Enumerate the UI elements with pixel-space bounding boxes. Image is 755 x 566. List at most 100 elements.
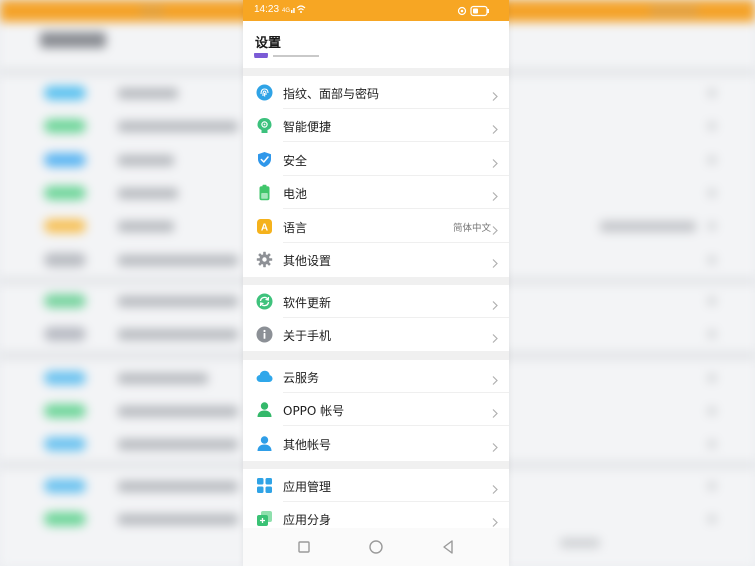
battery-icon bbox=[457, 5, 489, 17]
settings-item-user[interactable]: 其他帐号 bbox=[243, 426, 509, 460]
scrolled-text-peek bbox=[273, 55, 319, 57]
smart-assist-icon bbox=[256, 117, 273, 134]
gear-icon bbox=[256, 251, 273, 268]
chevron-right-icon bbox=[491, 221, 499, 235]
home-button[interactable] bbox=[366, 537, 386, 557]
bg-row-chevron bbox=[708, 89, 716, 97]
bg-row-icon bbox=[44, 437, 86, 451]
back-triangle-icon bbox=[443, 540, 453, 554]
bg-row-chevron bbox=[708, 189, 716, 197]
settings-item-info[interactable]: 关于手机 bbox=[243, 318, 509, 352]
chevron-right-icon bbox=[491, 329, 499, 344]
settings-item-account[interactable]: OPPO 帐号 bbox=[243, 393, 509, 427]
settings-item-label: 其他设置 bbox=[283, 254, 332, 268]
fingerprint-icon bbox=[256, 84, 273, 101]
settings-item-label: 关于手机 bbox=[283, 329, 332, 344]
bg-title bbox=[40, 32, 106, 48]
bg-row-chevron bbox=[708, 407, 716, 415]
chevron-right-icon bbox=[491, 154, 499, 168]
bg-row-chevron bbox=[708, 515, 716, 523]
settings-item-language[interactable]: A 语言 简体中文 bbox=[243, 209, 509, 243]
bg-row-icon bbox=[44, 371, 86, 385]
settings-item-label: 应用管理 bbox=[283, 480, 332, 494]
bg-row-icon bbox=[44, 186, 86, 200]
bg-row-icon bbox=[44, 404, 86, 418]
bg-row-text bbox=[118, 255, 238, 266]
bg-row-chevron bbox=[708, 222, 716, 230]
language-icon: A bbox=[256, 218, 273, 235]
settings-item-battery[interactable]: 电池 bbox=[243, 176, 509, 210]
apps-grid-icon bbox=[256, 477, 273, 494]
bg-time bbox=[140, 6, 164, 16]
settings-item-fingerprint[interactable]: 指纹、面部与密码 bbox=[243, 76, 509, 109]
chevron-right-icon bbox=[491, 120, 499, 135]
chevron-right-icon bbox=[491, 87, 499, 101]
bg-row-value bbox=[600, 221, 696, 232]
bg-row-text bbox=[118, 88, 178, 99]
bg-row-icon bbox=[44, 512, 86, 526]
settings-item-label: 安全 bbox=[283, 153, 308, 168]
status-bar: 14:23 4G bbox=[243, 0, 509, 21]
phone-screen: 14:23 4G 设置 指纹、面部与密码 智能便捷 安全 电池 A 语言 简体中… bbox=[243, 0, 509, 566]
bg-nav bbox=[560, 538, 600, 548]
bg-row-text bbox=[118, 155, 174, 166]
battery-status bbox=[457, 5, 497, 17]
settings-item-label: 电池 bbox=[283, 187, 308, 202]
group-separator bbox=[243, 68, 509, 76]
bg-row-text bbox=[118, 296, 238, 307]
bg-row-text bbox=[118, 406, 238, 417]
bg-row-icon bbox=[44, 327, 86, 341]
settings-item-label: OPPO 帐号 bbox=[283, 404, 345, 419]
settings-item-label: 云服务 bbox=[283, 371, 320, 385]
settings-item-gear[interactable]: 其他设置 bbox=[243, 243, 509, 276]
bg-row-icon bbox=[44, 219, 86, 233]
bg-row-text bbox=[118, 514, 238, 525]
bg-row-chevron bbox=[708, 297, 716, 305]
settings-item-label: 智能便捷 bbox=[283, 120, 332, 135]
chevron-right-icon bbox=[491, 480, 499, 494]
settings-item-label: 语言 bbox=[283, 220, 308, 235]
chevron-right-icon bbox=[491, 404, 499, 419]
bg-row-chevron bbox=[708, 156, 716, 164]
signal-text: 4G bbox=[282, 8, 290, 14]
signal-icon: 4G bbox=[282, 4, 306, 17]
settings-item-shield[interactable]: 安全 bbox=[243, 142, 509, 176]
bg-row-text bbox=[118, 121, 238, 132]
chevron-right-icon bbox=[491, 371, 499, 385]
settings-item-update[interactable]: 软件更新 bbox=[243, 285, 509, 318]
bg-row-chevron bbox=[708, 440, 716, 448]
recent-apps-button[interactable] bbox=[294, 537, 314, 557]
bg-row-icon bbox=[44, 153, 86, 167]
bg-row-chevron bbox=[708, 482, 716, 490]
bg-row-text bbox=[118, 373, 208, 384]
bg-row-icon bbox=[44, 119, 86, 133]
bg-row-chevron bbox=[708, 122, 716, 130]
bg-row-text bbox=[118, 439, 238, 450]
navigation-bar bbox=[243, 528, 509, 566]
group-separator bbox=[243, 351, 509, 360]
bg-row-chevron bbox=[708, 256, 716, 264]
bg-row-text bbox=[118, 188, 178, 199]
bg-row-icon bbox=[44, 479, 86, 493]
scrolled-item-peek bbox=[253, 48, 269, 58]
back-button[interactable] bbox=[438, 537, 458, 557]
settings-item-smart-assist[interactable]: 智能便捷 bbox=[243, 109, 509, 143]
settings-item-label: 指纹、面部与密码 bbox=[283, 87, 380, 101]
account-icon bbox=[256, 401, 273, 418]
bg-row-icon bbox=[44, 86, 86, 100]
chevron-right-icon bbox=[491, 438, 499, 452]
settings-item-cloud[interactable]: 云服务 bbox=[243, 360, 509, 393]
square-icon bbox=[298, 541, 310, 553]
group-separator bbox=[243, 277, 509, 285]
info-icon bbox=[256, 326, 273, 343]
bg-row-text bbox=[118, 329, 238, 340]
chevron-right-icon bbox=[491, 513, 499, 528]
circle-icon bbox=[369, 540, 383, 554]
user-icon bbox=[256, 435, 273, 452]
settings-item-apps-grid[interactable]: 应用管理 bbox=[243, 469, 509, 502]
settings-item-label: 应用分身 bbox=[283, 513, 332, 528]
update-icon bbox=[256, 293, 273, 310]
bg-row-icon bbox=[44, 294, 86, 308]
chevron-right-icon bbox=[491, 296, 499, 310]
cloud-icon bbox=[256, 368, 273, 385]
